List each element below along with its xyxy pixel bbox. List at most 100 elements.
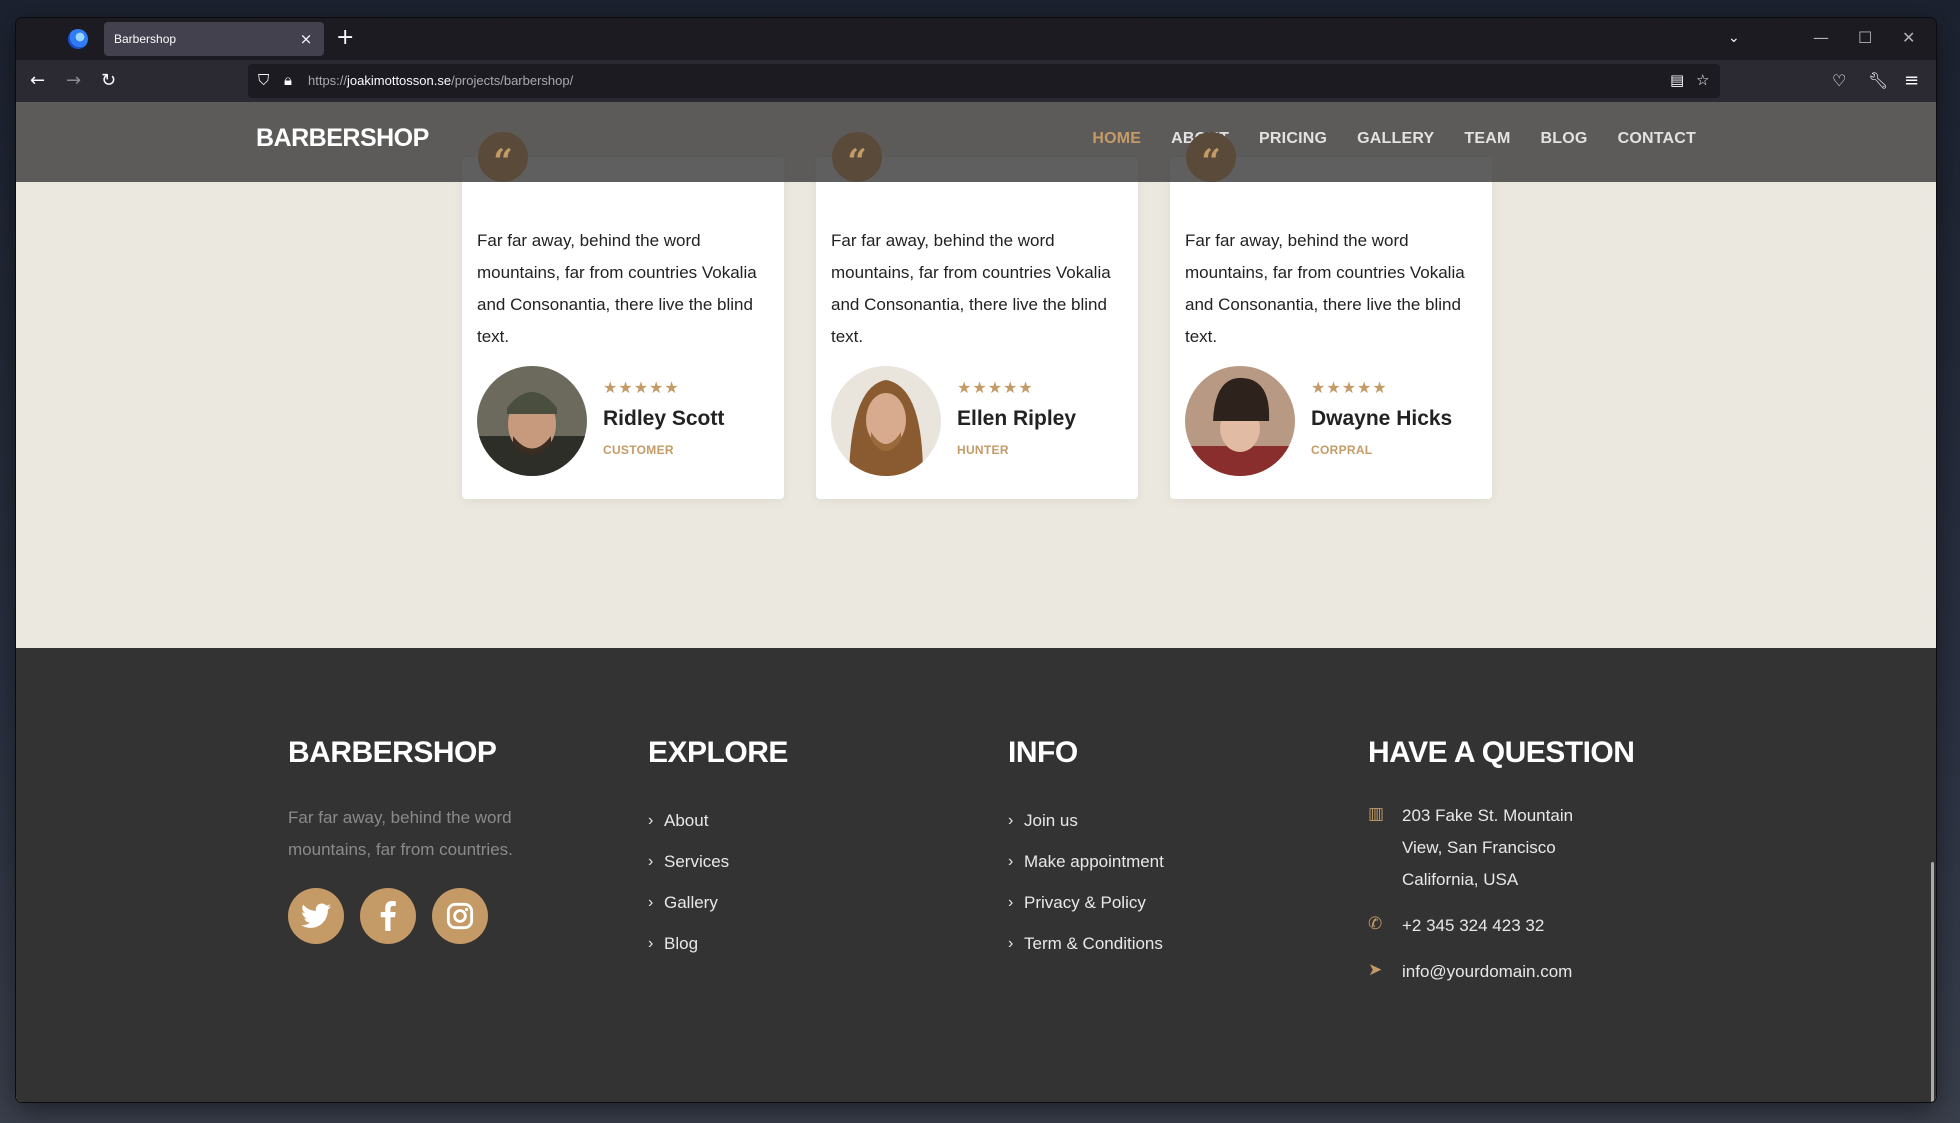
quote-icon: “ bbox=[478, 132, 528, 182]
rating-stars: ★★★★★ bbox=[1311, 378, 1388, 397]
person-role: CUSTOMER bbox=[603, 443, 674, 457]
page-scrollbar[interactable] bbox=[1931, 862, 1934, 1102]
contact-phone[interactable]: ✆ +2 345 324 423 32 bbox=[1368, 910, 1634, 942]
testimonial-text: Far far away, behind the word mountains,… bbox=[477, 231, 757, 346]
quote-icon: “ bbox=[1186, 132, 1236, 182]
testimonial-text: Far far away, behind the word mountains,… bbox=[831, 231, 1111, 346]
phone-text: +2 345 324 423 32 bbox=[1402, 916, 1545, 935]
tab-barbershop[interactable]: Barbershop × bbox=[104, 22, 324, 56]
link-label: Gallery bbox=[664, 892, 718, 912]
menu-blog[interactable]: BLOG bbox=[1541, 130, 1588, 148]
reader-view-icon[interactable]: ▤ bbox=[1670, 71, 1684, 89]
footer-brand: BARBERSHOP bbox=[288, 736, 497, 769]
extensions-wrench-icon[interactable]: 🔧︎ bbox=[1868, 70, 1888, 92]
contact-block: ▥ 203 Fake St. Mountain View, San Franci… bbox=[1368, 800, 1634, 988]
browser-window: Barbershop × + ⌄ — ☐ ✕ ← → ↻ ⛉ 🔒︎ https:… bbox=[16, 18, 1936, 1102]
person-role: CORPRAL bbox=[1311, 443, 1373, 457]
reload-icon[interactable]: ↻ bbox=[101, 70, 116, 92]
footer-link-blog[interactable]: › Blog bbox=[648, 923, 788, 964]
phone-icon: ✆ bbox=[1368, 914, 1383, 934]
instagram-icon[interactable] bbox=[432, 888, 488, 944]
footer-explore-column: EXPLORE › About › Services › Gallery › Blog bbox=[648, 736, 788, 964]
contact-address: ▥ 203 Fake St. Mountain View, San Franci… bbox=[1368, 800, 1634, 896]
footer-link-privacy[interactable]: › Privacy & Policy bbox=[1008, 882, 1164, 923]
nav-bar: ← → ↻ ⛉ 🔒︎ https://joakimottosson.se/pro… bbox=[16, 60, 1936, 102]
address-text: 203 Fake St. Mountain View, San Francisc… bbox=[1402, 806, 1574, 889]
footer-link-services[interactable]: › Services bbox=[648, 841, 788, 882]
contact-email[interactable]: ➤ info@yourdomain.com bbox=[1368, 956, 1634, 988]
person-name: Ellen Ripley bbox=[957, 407, 1077, 430]
avatar bbox=[477, 366, 587, 476]
chevron-right-icon: › bbox=[1008, 852, 1014, 870]
person-name: Dwayne Hicks bbox=[1311, 407, 1453, 430]
person-name: Ridley Scott bbox=[603, 407, 725, 430]
url-host: joakimottosson.se bbox=[347, 73, 452, 88]
footer-link-gallery[interactable]: › Gallery bbox=[648, 882, 788, 923]
tab-title: Barbershop bbox=[114, 32, 177, 46]
site-logo[interactable]: BARBERSHOP bbox=[256, 124, 429, 153]
menu-gallery[interactable]: GALLERY bbox=[1357, 130, 1434, 148]
link-label: Make appointment bbox=[1024, 851, 1164, 871]
new-tab-button[interactable]: + bbox=[336, 27, 354, 49]
site-menu: HOME ABOUT PRICING GALLERY TEAM BLOG CON… bbox=[1092, 130, 1696, 148]
link-label: Privacy & Policy bbox=[1024, 892, 1146, 912]
testimonial-card: “ Far far away, behind the word mountain… bbox=[1170, 132, 1492, 499]
link-label: About bbox=[664, 810, 709, 830]
chevron-right-icon: › bbox=[1008, 934, 1014, 952]
url-bar[interactable]: ⛉ 🔒︎ https://joakimottosson.se/projects/… bbox=[248, 64, 1720, 98]
testimonial-card: “ Far far away, behind the word mountain… bbox=[816, 132, 1138, 499]
twitter-icon[interactable] bbox=[288, 888, 344, 944]
person-role: HUNTER bbox=[957, 443, 1009, 457]
close-window-icon[interactable]: ✕ bbox=[1902, 28, 1915, 47]
forward-icon[interactable]: → bbox=[66, 70, 81, 92]
firefox-icon bbox=[68, 29, 88, 49]
testimonial-card: “ Far far away, behind the word mountain… bbox=[462, 132, 784, 499]
explore-heading: EXPLORE bbox=[648, 736, 788, 769]
chevron-right-icon: › bbox=[648, 811, 654, 829]
testimonial-text: Far far away, behind the word mountains,… bbox=[1185, 231, 1465, 346]
web-page: BARBERSHOP HOME ABOUT PRICING GALLERY TE… bbox=[16, 102, 1936, 1102]
rating-stars: ★★★★★ bbox=[603, 378, 680, 397]
question-heading: HAVE A QUESTION bbox=[1368, 736, 1635, 769]
email-text: info@yourdomain.com bbox=[1402, 962, 1573, 981]
chevron-right-icon: › bbox=[1008, 893, 1014, 911]
list-tabs-icon[interactable]: ⌄ bbox=[1728, 30, 1740, 46]
pocket-icon[interactable]: ♡ bbox=[1832, 70, 1846, 92]
close-tab-icon[interactable]: × bbox=[298, 30, 314, 48]
menu-team[interactable]: TEAM bbox=[1464, 130, 1510, 148]
tab-bar: Barbershop × + ⌄ — ☐ ✕ bbox=[16, 18, 1936, 60]
footer-brand-column: BARBERSHOP Far far away, behind the word… bbox=[288, 736, 548, 944]
bookmark-star-icon[interactable]: ☆ bbox=[1696, 71, 1709, 89]
quote-icon: “ bbox=[832, 132, 882, 182]
back-icon[interactable]: ← bbox=[30, 70, 45, 92]
facebook-icon[interactable] bbox=[360, 888, 416, 944]
shield-icon[interactable]: ⛉ bbox=[258, 71, 269, 89]
chevron-right-icon: › bbox=[648, 852, 654, 870]
footer-link-join-us[interactable]: › Join us bbox=[1008, 800, 1164, 841]
footer-link-about[interactable]: › About bbox=[648, 800, 788, 841]
footer-info-column: INFO › Join us › Make appointment › Privacy… bbox=[1008, 736, 1164, 964]
lock-icon[interactable]: 🔒︎ bbox=[284, 71, 292, 89]
info-links: › Join us › Make appointment › Privacy & Po… bbox=[1008, 800, 1164, 964]
site-footer: BARBERSHOP Far far away, behind the word… bbox=[16, 648, 1936, 1102]
link-label: Blog bbox=[664, 933, 699, 953]
link-label: Join us bbox=[1024, 810, 1078, 830]
footer-link-appointment[interactable]: › Make appointment bbox=[1008, 841, 1164, 882]
url-path: /projects/barbershop/ bbox=[451, 73, 574, 88]
minimize-icon[interactable]: — bbox=[1813, 28, 1829, 47]
menu-contact[interactable]: CONTACT bbox=[1618, 130, 1696, 148]
url-text[interactable]: https://joakimottosson.se/projects/barbe… bbox=[308, 73, 573, 88]
maximize-icon[interactable]: ☐ bbox=[1858, 28, 1872, 47]
avatar bbox=[831, 366, 941, 476]
rating-stars: ★★★★★ bbox=[957, 378, 1034, 397]
menu-icon[interactable]: ≡ bbox=[1904, 70, 1919, 92]
site-header: BARBERSHOP HOME ABOUT PRICING GALLERY TE… bbox=[16, 102, 1936, 182]
footer-link-terms[interactable]: › Term & Conditions bbox=[1008, 923, 1164, 964]
info-heading: INFO bbox=[1008, 736, 1078, 769]
menu-pricing[interactable]: PRICING bbox=[1259, 130, 1327, 148]
footer-contact-column: HAVE A QUESTION ▥ 203 Fake St. Mountain … bbox=[1368, 736, 1635, 1002]
menu-home[interactable]: HOME bbox=[1092, 130, 1141, 148]
chevron-right-icon: › bbox=[648, 893, 654, 911]
map-icon: ▥ bbox=[1368, 804, 1385, 824]
explore-links: › About › Services › Gallery › Blog bbox=[648, 800, 788, 964]
